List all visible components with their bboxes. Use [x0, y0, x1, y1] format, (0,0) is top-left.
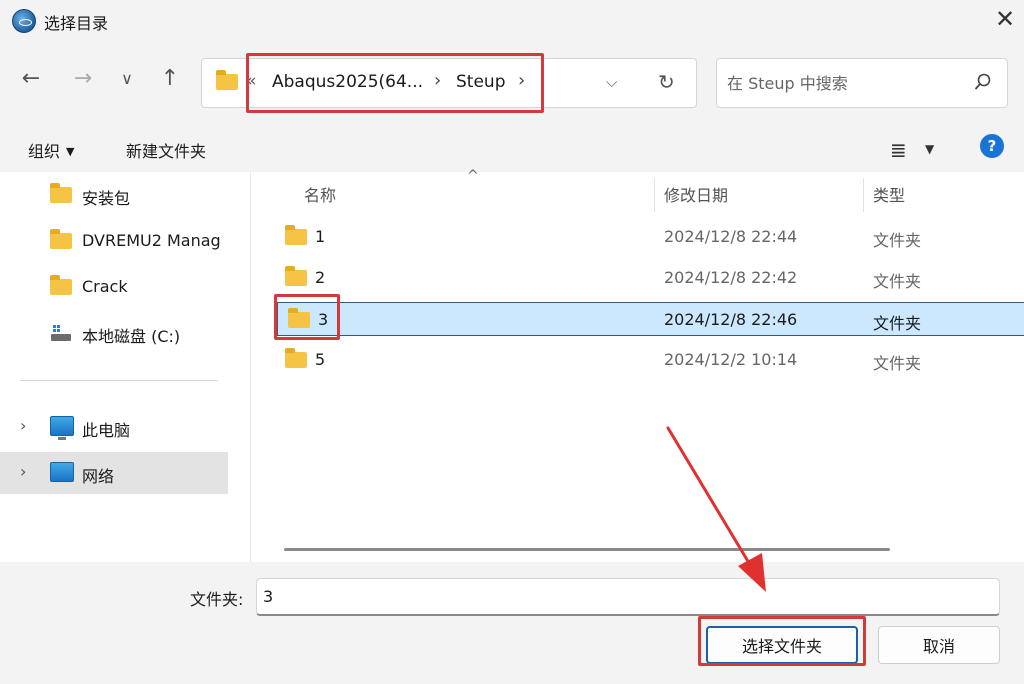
sidebar-item-network[interactable]: › 网络	[0, 452, 228, 494]
folder-name-field[interactable]	[256, 578, 1000, 616]
annotation-highlight-box	[698, 616, 866, 666]
sidebar-item-install-package[interactable]: 安装包	[0, 174, 228, 216]
column-divider[interactable]	[863, 178, 864, 212]
view-dropdown-arrow-icon[interactable]: ▼	[925, 142, 934, 156]
drive-icon	[51, 325, 71, 341]
dropdown-arrow-icon: ▼	[66, 145, 75, 158]
row-name: 5	[315, 350, 326, 369]
title-bar: 选择目录 ✕	[0, 0, 1024, 42]
search-input[interactable]	[727, 71, 967, 95]
expand-chevron-icon[interactable]: ›	[20, 462, 26, 481]
close-icon[interactable]: ✕	[990, 4, 1020, 34]
table-row[interactable]: 5 2024/12/2 10:14 文件夹	[275, 343, 1024, 377]
expand-chevron-icon[interactable]: ›	[20, 416, 26, 435]
sidebar-item-label: DVREMU2 Manag	[82, 231, 221, 250]
row-date: 2024/12/8 22:46	[664, 310, 798, 329]
horizontal-scrollbar[interactable]	[284, 548, 890, 551]
sidebar-item-label: 本地磁盘 (C:)	[82, 327, 181, 346]
table-row-selected[interactable]: 3 2024/12/8 22:46 文件夹	[277, 302, 1024, 336]
sidebar-item-local-disk[interactable]: 本地磁盘 (C:)	[0, 312, 228, 354]
column-header-name[interactable]: 名称	[304, 172, 336, 212]
sidebar-item-dvremu2[interactable]: DVREMU2 Manag	[0, 220, 228, 262]
organize-menu[interactable]: 组织 ▼	[28, 138, 74, 162]
folder-icon	[50, 229, 72, 249]
table-row[interactable]: 1 2024/12/8 22:44 文件夹	[275, 220, 1024, 254]
cancel-button[interactable]: 取消	[878, 626, 1000, 664]
refresh-icon[interactable]: ↻	[658, 70, 675, 94]
search-icon[interactable]	[973, 72, 993, 92]
search-box[interactable]	[716, 58, 1008, 108]
sidebar-item-this-pc[interactable]: › 此电脑	[0, 406, 228, 448]
folder-icon	[285, 225, 307, 245]
annotation-highlight-box	[246, 53, 544, 113]
row-type: 文件夹	[873, 272, 922, 291]
row-date: 2024/12/8 22:44	[664, 227, 798, 246]
window-title: 选择目录	[44, 14, 109, 33]
sidebar-item-label: 网络	[82, 467, 115, 486]
folder-icon	[216, 70, 238, 90]
new-folder-button[interactable]: 新建文件夹	[126, 138, 206, 162]
sidebar-item-label: Crack	[82, 277, 128, 296]
back-arrow-icon[interactable]: ←	[16, 64, 46, 94]
row-date: 2024/12/2 10:14	[664, 350, 798, 369]
computer-icon	[50, 416, 74, 440]
help-icon[interactable]: ?	[980, 134, 1004, 158]
row-name: 2	[315, 268, 326, 287]
sidebar-item-crack[interactable]: Crack	[0, 266, 228, 308]
column-header-type[interactable]: 类型	[873, 172, 905, 212]
row-type: 文件夹	[873, 314, 922, 333]
sort-ascending-icon: ^	[467, 168, 479, 184]
recent-locations-icon[interactable]: ∨	[112, 64, 142, 94]
command-bar: 组织 ▼ 新建文件夹 ≣ ▼	[0, 126, 1024, 170]
table-row[interactable]: 2 2024/12/8 22:42 文件夹	[275, 261, 1024, 295]
up-arrow-icon[interactable]: ↑	[155, 64, 185, 94]
network-icon	[50, 462, 74, 482]
row-name: 1	[315, 227, 326, 246]
sidebar-item-label: 此电脑	[82, 421, 131, 440]
folder-icon	[285, 266, 307, 286]
file-list: ^ 名称 修改日期 类型 1 2024/12/8 22:44 文件夹 2 202…	[250, 168, 1024, 562]
app-icon	[12, 9, 36, 33]
chevron-down-icon[interactable]: ⌵	[606, 73, 617, 91]
column-header-date[interactable]: 修改日期	[664, 172, 728, 212]
row-date: 2024/12/8 22:42	[664, 268, 798, 287]
annotation-highlight-box	[274, 294, 340, 340]
folder-icon	[285, 348, 307, 368]
organize-label: 组织	[28, 142, 61, 161]
navigation-pane: 安装包 DVREMU2 Manag Crack 本地磁盘 (C:) › 此电脑	[0, 172, 232, 562]
folder-icon	[50, 275, 72, 295]
folder-field-label: 文件夹:	[190, 590, 244, 609]
row-type: 文件夹	[873, 231, 922, 250]
forward-arrow-icon[interactable]: →	[68, 64, 98, 94]
sidebar-item-label: 安装包	[82, 189, 131, 208]
folder-icon	[50, 183, 72, 203]
view-options-icon[interactable]: ≣	[890, 138, 907, 162]
sidebar-divider	[20, 380, 218, 381]
main-content: 安装包 DVREMU2 Manag Crack 本地磁盘 (C:) › 此电脑	[0, 168, 1024, 562]
row-type: 文件夹	[873, 354, 922, 373]
column-divider[interactable]	[654, 178, 655, 212]
